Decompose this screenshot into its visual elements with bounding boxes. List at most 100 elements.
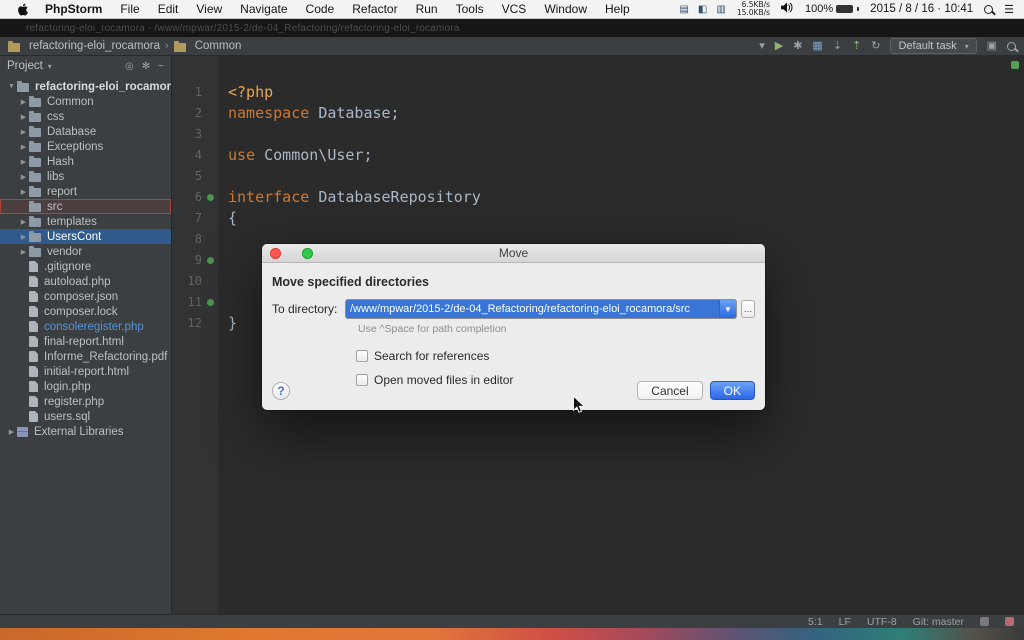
code-text[interactable]: {	[218, 208, 237, 229]
settings-gear-icon[interactable]: ✻	[142, 61, 150, 72]
tree-item-css[interactable]: ▶css	[0, 109, 171, 124]
menu-run[interactable]: Run	[407, 2, 447, 16]
code-text[interactable]	[218, 229, 228, 250]
editor-line[interactable]: 5	[172, 166, 1024, 187]
menubar-clock[interactable]: 2015 / 8 / 16 · 10:41	[870, 3, 973, 15]
gutter-marker-icon[interactable]	[207, 257, 214, 264]
menu-vcs[interactable]: VCS	[493, 2, 536, 16]
menu-navigate[interactable]: Navigate	[231, 2, 296, 16]
tree-item-composer-lock[interactable]: composer.lock	[0, 304, 171, 319]
expander-icon[interactable]: ▶	[18, 233, 29, 241]
tree-item-login-php[interactable]: login.php	[0, 379, 171, 394]
hide-panel-icon[interactable]: −	[158, 61, 164, 72]
locate-icon[interactable]: ◎	[125, 61, 134, 72]
tree-item-users-sql[interactable]: users.sql	[0, 409, 171, 424]
directory-combobox[interactable]: /www/mpwar/2015-2/de-04_Refactoring/refa…	[345, 299, 737, 319]
combo-dropdown-button[interactable]: ▼	[719, 300, 736, 318]
browse-button[interactable]: …	[741, 300, 755, 318]
vcs-update-icon[interactable]: ⇣	[833, 41, 842, 52]
line-number[interactable]: 2	[172, 103, 202, 124]
line-number[interactable]: 6	[172, 187, 202, 208]
editor-line[interactable]: 4use Common\User;	[172, 145, 1024, 166]
expander-icon[interactable]: ▶	[18, 113, 29, 121]
inspections-profile-icon[interactable]	[980, 617, 989, 626]
tree-item-autoload-php[interactable]: autoload.php	[0, 274, 171, 289]
file-encoding-indicator[interactable]: UTF-8	[867, 616, 897, 628]
code-text[interactable]: namespace Database;	[218, 103, 400, 124]
menu-view[interactable]: View	[187, 2, 231, 16]
battery-indicator[interactable]: 100%	[805, 3, 859, 15]
zoom-button[interactable]	[302, 248, 313, 259]
code-text[interactable]	[218, 292, 228, 313]
editor-line[interactable]: 3	[172, 124, 1024, 145]
code-text[interactable]	[218, 166, 228, 187]
dialog-titlebar[interactable]: Move	[262, 244, 765, 263]
tree-item-register-php[interactable]: register.php	[0, 394, 171, 409]
expander-icon[interactable]: ▶	[18, 218, 29, 226]
code-text[interactable]	[218, 250, 228, 271]
search-everywhere-icon[interactable]	[1007, 42, 1016, 51]
inspection-status-indicator[interactable]	[1011, 61, 1019, 69]
ok-button[interactable]: OK	[710, 381, 755, 400]
tree-item-vendor[interactable]: ▶vendor	[0, 244, 171, 259]
code-text[interactable]: interface DatabaseRepository	[218, 187, 481, 208]
tree-item-templates[interactable]: ▶templates	[0, 214, 171, 229]
spotlight-icon[interactable]	[984, 5, 993, 14]
notification-center-icon[interactable]: ☰	[1004, 3, 1014, 16]
run-icon[interactable]: ▶	[775, 41, 783, 52]
expander-icon[interactable]: ▶	[18, 188, 29, 196]
expander-icon[interactable]: ▶	[18, 128, 29, 136]
cancel-button[interactable]: Cancel	[637, 381, 702, 400]
tree-item-initial-report-html[interactable]: initial-report.html	[0, 364, 171, 379]
line-number[interactable]: 11	[172, 292, 202, 313]
line-number[interactable]: 3	[172, 124, 202, 145]
directory-path-value[interactable]: /www/mpwar/2015-2/de-04_Refactoring/refa…	[346, 300, 719, 318]
line-number[interactable]: 8	[172, 229, 202, 250]
code-text[interactable]: <?php	[218, 82, 273, 103]
line-number[interactable]: 7	[172, 208, 202, 229]
gutter-marker-icon[interactable]	[207, 299, 214, 306]
event-log-icon[interactable]	[1005, 617, 1014, 626]
expander-icon[interactable]: ▼	[6, 83, 17, 90]
editor-line[interactable]: 2 namespace Database;	[172, 103, 1024, 124]
tree-item-refactoring-eloi-rocamora[interactable]: ▼refactoring-eloi_rocamora	[0, 79, 171, 94]
tree-item-external-libraries[interactable]: ▶External Libraries	[0, 424, 171, 439]
expander-icon[interactable]: ▶	[18, 248, 29, 256]
tree-item-composer-json[interactable]: composer.json	[0, 289, 171, 304]
expander-icon[interactable]: ▶	[18, 158, 29, 166]
run-config-selector[interactable]: Default task ▾	[890, 38, 976, 54]
line-number[interactable]: 10	[172, 271, 202, 292]
tree-item-consoleregister-php[interactable]: consoleregister.php	[0, 319, 171, 334]
line-number[interactable]: 12	[172, 313, 202, 334]
expander-icon[interactable]: ▶	[18, 143, 29, 151]
menu-edit[interactable]: Edit	[149, 2, 188, 16]
tool-windows-icon[interactable]: ▣	[987, 41, 997, 52]
close-button[interactable]	[270, 248, 281, 259]
profiler-icon[interactable]: ▦	[812, 41, 822, 52]
editor-line[interactable]: 6 interface DatabaseRepository	[172, 187, 1024, 208]
line-separator-indicator[interactable]: LF	[839, 616, 851, 628]
expander-icon[interactable]: ▶	[18, 173, 29, 181]
status-menu-icon-1[interactable]: ▤	[679, 4, 688, 15]
menu-tools[interactable]: Tools	[447, 2, 493, 16]
tree-item-database[interactable]: ▶Database	[0, 124, 171, 139]
tree-item-informe-refactoring-pdf[interactable]: Informe_Refactoring.pdf	[0, 349, 171, 364]
line-number[interactable]: 1	[172, 82, 202, 103]
tree-item-src[interactable]: src	[0, 199, 171, 214]
menu-code[interactable]: Code	[297, 2, 344, 16]
tree-item-gitignore[interactable]: .gitignore	[0, 259, 171, 274]
line-number[interactable]: 4	[172, 145, 202, 166]
network-speed-indicator[interactable]: 6.5KB/s 15.0KB/s	[737, 1, 770, 17]
editor-line[interactable]: 1 <?php	[172, 82, 1024, 103]
tree-item-report[interactable]: ▶report	[0, 184, 171, 199]
menu-refactor[interactable]: Refactor	[343, 2, 406, 16]
gutter-marker-icon[interactable]	[207, 194, 214, 201]
code-text[interactable]	[218, 124, 228, 145]
status-menu-icon-3[interactable]: ▥	[716, 4, 725, 15]
editor-line[interactable]: 7{	[172, 208, 1024, 229]
tree-item-final-report-html[interactable]: final-report.html	[0, 334, 171, 349]
volume-icon[interactable]	[781, 2, 794, 16]
code-text[interactable]: }	[218, 313, 237, 334]
line-number[interactable]: 9	[172, 250, 202, 271]
help-button[interactable]: ?	[272, 382, 290, 400]
